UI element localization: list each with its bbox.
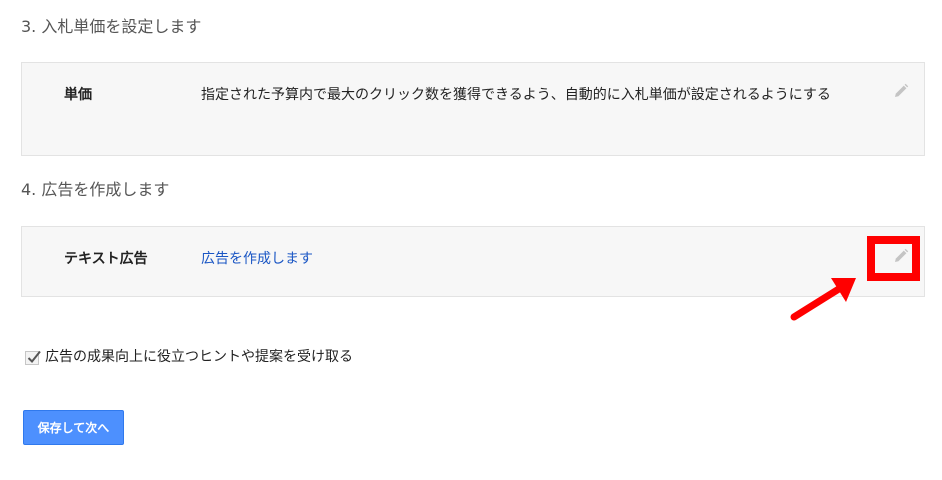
ad-creation-card: テキスト広告 広告を作成します <box>21 226 925 297</box>
text-ad-label: テキスト広告 <box>64 251 148 267</box>
bid-settings-card: 単価 指定された予算内で最大のクリック数を獲得できるよう、自動的に入札単価が設定… <box>21 62 925 156</box>
bid-label: 単価 <box>64 87 92 103</box>
section-heading-ad: 4. 広告を作成します <box>21 180 170 199</box>
edit-ad-button[interactable] <box>890 245 912 267</box>
bid-value-text: 指定された予算内で最大のクリック数を獲得できるよう、自動的に入札単価が設定される… <box>201 87 831 103</box>
edit-bid-button[interactable] <box>890 80 912 102</box>
section-heading-bid: 3. 入札単価を設定します <box>21 17 202 36</box>
hints-checkbox-label: 広告の成果向上に役立つヒントや提案を受け取る <box>45 349 353 365</box>
save-and-next-button[interactable]: 保存して次へ <box>23 410 124 445</box>
pencil-icon <box>895 248 909 262</box>
hints-checkbox-row[interactable]: 広告の成果向上に役立つヒントや提案を受け取る <box>25 346 353 366</box>
create-ad-link[interactable]: 広告を作成します <box>201 248 313 271</box>
checkmark-icon <box>27 350 41 363</box>
pencil-icon <box>895 83 909 97</box>
hints-checkbox[interactable] <box>25 350 41 365</box>
